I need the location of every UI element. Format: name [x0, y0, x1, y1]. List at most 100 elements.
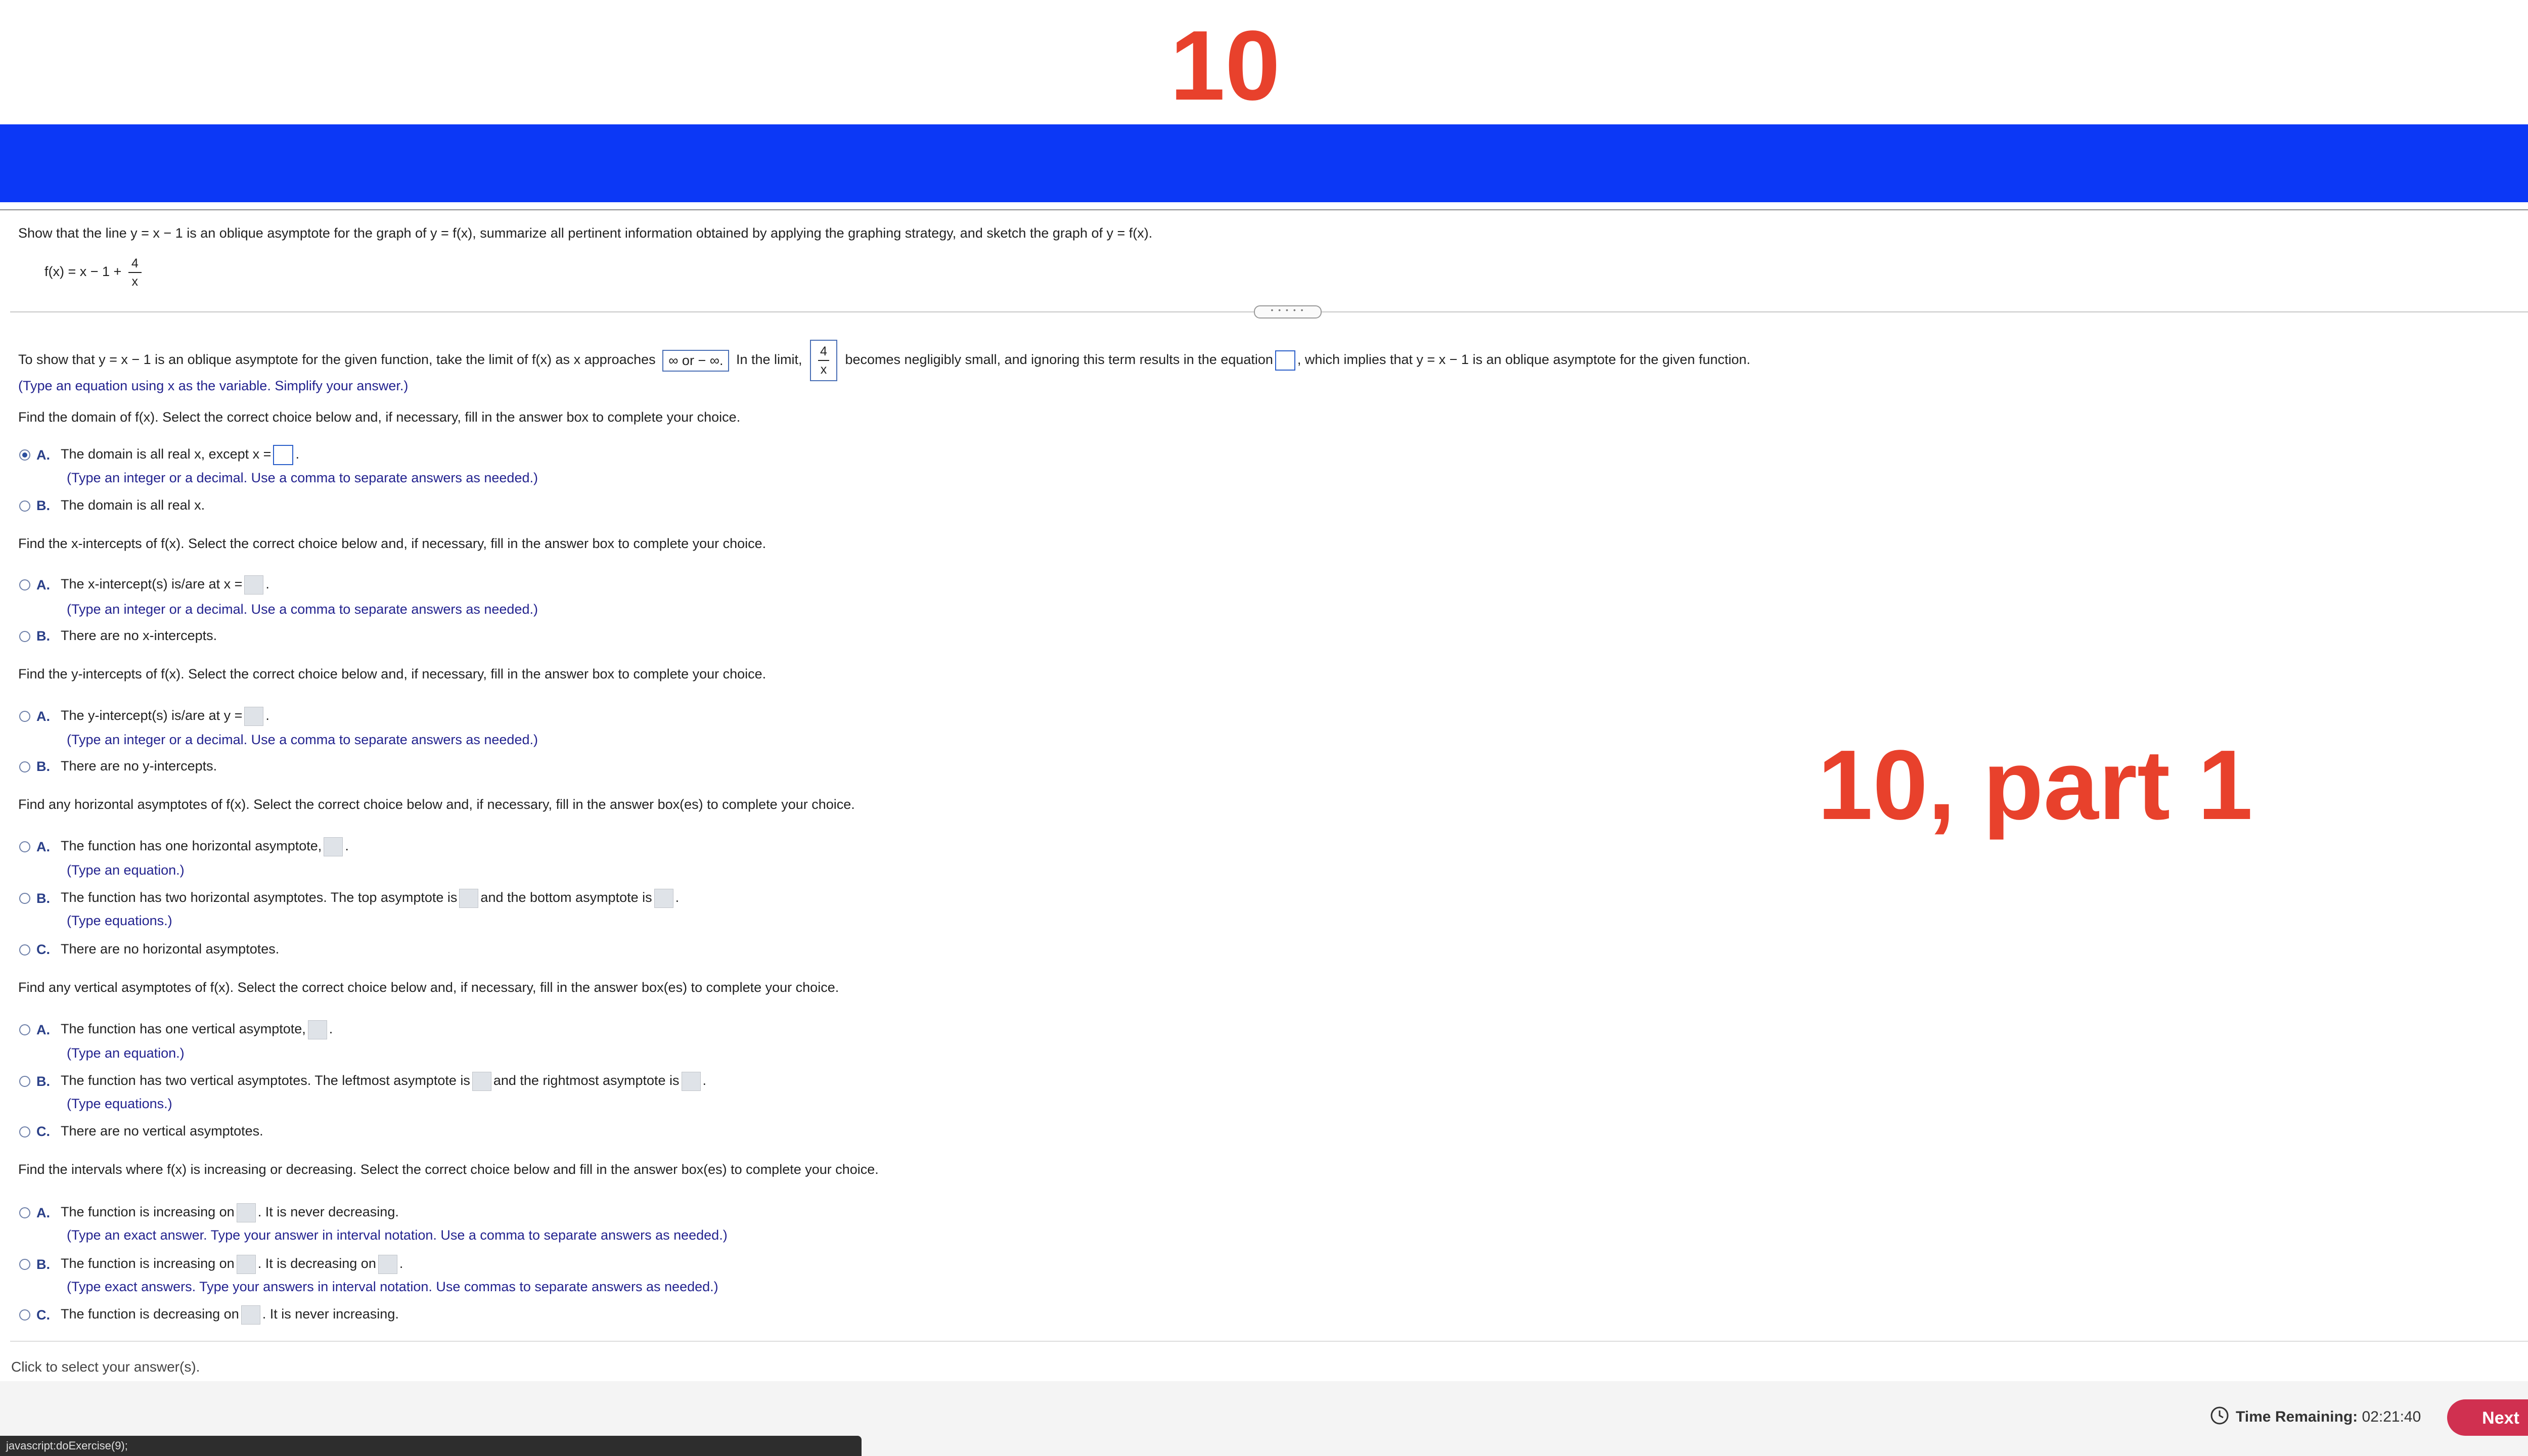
limit-equation-input[interactable] [1275, 350, 1295, 371]
question-number: 10 [1169, 10, 1280, 121]
domain-choice-a[interactable]: A. The domain is all real x, except x =. [19, 445, 299, 465]
yint-b-text: There are no y-intercepts. [61, 758, 217, 774]
hasym-b-hint: (Type equations.) [67, 913, 172, 928]
vasym-choice-c[interactable]: C. There are no vertical asymptotes. [19, 1123, 263, 1140]
incdec-a-input[interactable] [236, 1203, 256, 1222]
domain-a-hint: (Type an integer or a decimal. Use a com… [67, 470, 538, 485]
incdec-c-text2: . It is never increasing. [262, 1306, 399, 1322]
hasym-b-top-input[interactable] [459, 889, 479, 908]
incdec-a-hint: (Type an exact answer. Type your answer … [67, 1227, 728, 1243]
vasym-b-left-input[interactable] [472, 1072, 491, 1091]
choice-end: . [329, 1021, 333, 1037]
part-label: 10, part 1 [1818, 730, 2253, 840]
vasym-choice-b[interactable]: B. The function has two vertical asymptot… [19, 1072, 706, 1091]
incdec-radio-a[interactable] [19, 1207, 30, 1218]
xint-b-text: There are no x-intercepts. [61, 628, 217, 643]
vasym-b-hint: (Type equations.) [67, 1096, 172, 1111]
vasym-choice-a[interactable]: A. The function has one vertical asymptot… [19, 1020, 333, 1039]
choice-end: . [265, 708, 269, 723]
limit-fraction-denominator: x [820, 362, 827, 377]
incdec-choice-a[interactable]: A. The function is increasing on . It is n… [19, 1203, 399, 1222]
choice-letter: B. [36, 890, 50, 906]
incdec-a-text1: The function is increasing on [61, 1204, 235, 1220]
limit-select-dropdown[interactable]: ∞ or − ∞. [662, 349, 730, 372]
limit-step-hint: (Type an equation using x as the variabl… [18, 378, 409, 393]
choice-letter: B. [36, 498, 50, 514]
click-hint: Click to select your answer(s). [11, 1359, 200, 1375]
incdec-c-text1: The function is decreasing on [61, 1306, 239, 1322]
incdec-b-inc-input[interactable] [236, 1255, 256, 1274]
incdec-b-text2: . It is decreasing on [257, 1256, 376, 1271]
xint-a-input[interactable] [244, 575, 264, 595]
hasym-b-bottom-input[interactable] [654, 889, 673, 908]
incdec-radio-b[interactable] [19, 1259, 30, 1270]
browser-status-bar: javascript:doExercise(9); [0, 1436, 862, 1456]
choice-end: . [702, 1073, 707, 1088]
yint-a-input[interactable] [244, 707, 264, 726]
yint-prompt: Find the y-intercepts of f(x). Select th… [18, 666, 766, 681]
incdec-choice-c[interactable]: C. The function is decreasing on . It is n… [19, 1305, 399, 1325]
vasym-a-text: The function has one vertical asymptote, [61, 1021, 306, 1037]
vasym-radio-a[interactable] [19, 1024, 30, 1035]
hasym-choice-a[interactable]: A. The function has one horizontal asympt… [19, 837, 349, 856]
choice-letter: B. [36, 628, 50, 644]
xint-choice-a[interactable]: A. The x-intercept(s) is/are at x =. [19, 575, 269, 595]
hasym-a-input[interactable] [324, 837, 343, 856]
incdec-radio-c[interactable] [19, 1309, 30, 1321]
hasym-choice-b[interactable]: B. The function has two horizontal asympt… [19, 889, 679, 908]
domain-a-input[interactable] [273, 445, 294, 465]
yint-a-hint: (Type an integer or a decimal. Use a com… [67, 732, 538, 747]
divider-bottom [10, 1341, 2528, 1342]
hasym-a-hint: (Type an equation.) [67, 862, 185, 878]
function-prefix: f(x) = x − 1 + [44, 264, 122, 280]
yint-radio-a[interactable] [19, 711, 30, 722]
choice-letter: A. [36, 708, 50, 724]
choice-end: . [265, 576, 269, 592]
choice-end: . [675, 890, 680, 905]
hasym-b-text1: The function has two horizontal asymptot… [61, 890, 458, 905]
hasym-c-text: There are no horizontal asymptotes. [61, 941, 280, 957]
incdec-c-input[interactable] [241, 1305, 260, 1325]
domain-radio-b[interactable] [19, 500, 30, 512]
hasym-prompt: Find any horizontal asymptotes of f(x). … [18, 797, 855, 812]
vasym-radio-b[interactable] [19, 1076, 30, 1087]
xint-choice-b[interactable]: B. There are no x-intercepts. [19, 628, 217, 644]
vasym-prompt: Find any vertical asymptotes of f(x). Se… [18, 980, 839, 995]
hasym-radio-a[interactable] [19, 841, 30, 852]
choice-letter: C. [36, 942, 50, 958]
limit-fraction-numerator: 4 [818, 343, 829, 361]
choice-letter: B. [36, 1073, 50, 1089]
domain-radio-a[interactable] [19, 449, 30, 461]
time-label: Time Remaining: [2236, 1408, 2358, 1425]
xint-radio-b[interactable] [19, 630, 30, 642]
hasym-choice-c[interactable]: C. There are no horizontal asymptotes. [19, 941, 279, 958]
hasym-a-text: The function has one horizontal asymptot… [61, 838, 322, 854]
vasym-radio-c[interactable] [19, 1126, 30, 1138]
time-remaining: Time Remaining: 02:21:40 [2209, 1405, 2421, 1430]
incdec-b-dec-input[interactable] [378, 1255, 397, 1274]
choice-letter: A. [36, 1205, 50, 1220]
yint-choice-b[interactable]: B. There are no y-intercepts. [19, 758, 217, 775]
choice-letter: B. [36, 759, 50, 775]
pane-splitter-handle[interactable]: • • • • • [1254, 305, 1322, 318]
choice-letter: B. [36, 1256, 50, 1272]
yint-choice-a[interactable]: A. The y-intercept(s) is/are at y =. [19, 707, 269, 726]
limit-step-line: To show that y = x − 1 is an oblique asy… [18, 340, 1750, 381]
vasym-a-input[interactable] [307, 1020, 327, 1039]
domain-choice-b[interactable]: B. The domain is all real x. [19, 497, 205, 514]
yint-radio-b[interactable] [19, 761, 30, 772]
hasym-radio-b[interactable] [19, 893, 30, 904]
next-button[interactable]: Next [2447, 1399, 2528, 1436]
hasym-radio-c[interactable] [19, 944, 30, 956]
xint-radio-a[interactable] [19, 579, 30, 590]
divider-top [0, 209, 2528, 210]
incdec-choice-b[interactable]: B. The function is increasing on . It is d… [19, 1255, 403, 1274]
xint-a-hint: (Type an integer or a decimal. Use a com… [67, 602, 538, 617]
choice-letter: C. [36, 1124, 50, 1140]
choice-letter: A. [36, 577, 50, 593]
function-denominator: x [131, 275, 139, 289]
incdec-a-text2: . It is never decreasing. [257, 1204, 399, 1220]
vasym-b-right-input[interactable] [681, 1072, 701, 1091]
domain-a-text: The domain is all real x, except x = [61, 446, 272, 462]
function-fraction: 4 x [128, 255, 142, 290]
